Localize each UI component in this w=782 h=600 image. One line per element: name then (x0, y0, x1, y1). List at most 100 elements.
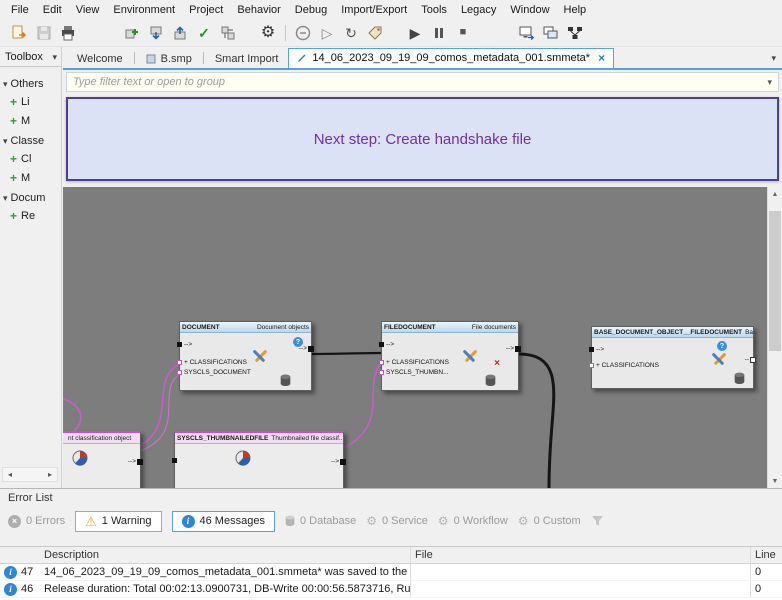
custom-filter-button[interactable]: ⚙ 0 Custom (518, 515, 581, 527)
scrollbar-track[interactable] (768, 201, 782, 474)
new-node-icon[interactable] (121, 22, 143, 44)
workflow-filter-button[interactable]: ⚙ 0 Workflow (438, 515, 508, 527)
next-step-note[interactable]: Next step: Create handshake file (66, 97, 779, 181)
tree-item[interactable]: +Li (0, 93, 61, 112)
refresh-icon[interactable]: ↻ (340, 22, 362, 44)
scroll-right-icon[interactable]: ▸ (43, 468, 57, 481)
validate-icon[interactable]: ✓ (193, 22, 215, 44)
scroll-up-icon[interactable]: ▲ (768, 187, 782, 201)
menu-behavior[interactable]: Behavior (230, 2, 287, 18)
node-graph-canvas[interactable]: DOCUMENT Document objects --> + CLASSIFI… (63, 187, 767, 488)
tree-item[interactable]: +M (0, 169, 61, 188)
menu-window[interactable]: Window (503, 2, 556, 18)
filter-label: 0 Custom (534, 515, 581, 527)
database-icon (485, 374, 496, 387)
grid-header-file[interactable]: File (410, 547, 750, 563)
run-icon[interactable]: ▶ (404, 22, 426, 44)
node-document[interactable]: DOCUMENT Document objects --> + CLASSIFI… (179, 321, 312, 391)
grid-header-num[interactable] (0, 547, 44, 563)
node-output-pin[interactable]: -- (745, 356, 756, 363)
node-input-pin[interactable]: SYSCLS_DOCUMENT (180, 369, 251, 376)
print-icon[interactable] (57, 22, 79, 44)
scroll-down-icon[interactable]: ▼ (768, 474, 782, 488)
scrollbar-thumb[interactable] (769, 211, 781, 351)
pause-icon[interactable] (428, 22, 450, 44)
menu-help[interactable]: Help (557, 2, 594, 18)
chevron-down-icon[interactable]: ▾ (767, 77, 772, 88)
caret-down-icon: ▾ (3, 80, 8, 89)
table-row[interactable]: i 47 14_06_2023_09_19_09_comos_metadata_… (0, 564, 782, 581)
tag-icon[interactable] (364, 22, 386, 44)
stop-icon[interactable]: ■ (452, 22, 474, 44)
canvas-vscrollbar[interactable]: ▲ ▼ (767, 187, 782, 488)
open-model-icon[interactable] (9, 22, 31, 44)
errors-filter-button[interactable]: × 0 Errors (8, 515, 65, 528)
node-input-pin[interactable]: + CLASSIFICATIONS (180, 359, 247, 366)
node-output-pin[interactable]: --> (299, 345, 314, 352)
tab-overflow-icon[interactable]: ▾ (771, 53, 776, 64)
menu-project[interactable]: Project (182, 2, 230, 18)
menu-environment[interactable]: Environment (106, 2, 182, 18)
save-icon[interactable] (33, 22, 55, 44)
filter-input[interactable] (73, 76, 763, 88)
close-tab-icon[interactable]: × (598, 52, 605, 64)
tab-label: 14_06_2023_09_19_09_comos_metadata_001.s… (312, 52, 590, 64)
transfer-icon[interactable] (217, 22, 239, 44)
node-output-pin[interactable]: --> (506, 345, 521, 352)
menu-file[interactable]: File (4, 2, 36, 18)
warnings-filter-button[interactable]: ⚠ 1 Warning (75, 511, 161, 532)
tab-smart-import[interactable]: Smart Import (205, 49, 289, 68)
settings-gear-icon[interactable]: ⚙ (257, 22, 279, 44)
menu-view[interactable]: View (69, 2, 107, 18)
import-nodes-icon[interactable] (145, 22, 167, 44)
menu-legacy[interactable]: Legacy (454, 2, 503, 18)
tree-group-classes[interactable]: ▾Classe (0, 131, 61, 150)
hierarchy-icon[interactable] (564, 22, 586, 44)
tree-item[interactable]: +Re (0, 207, 61, 226)
grid-header-description[interactable]: Description (44, 547, 410, 563)
node-output-pin[interactable]: --> (128, 458, 143, 465)
grid-header-line[interactable]: Line (750, 547, 782, 563)
scroll-left-icon[interactable]: ◂ (3, 468, 17, 481)
node-input-pin[interactable]: --> (180, 341, 192, 348)
node-input-pin[interactable]: SYSCLS_THUMBN... (382, 369, 449, 376)
node-filedocument[interactable]: FILEDOCUMENT File documents --> + CLASSI… (381, 321, 519, 391)
screens-icon[interactable] (540, 22, 562, 44)
remove-icon[interactable] (292, 22, 314, 44)
menu-import-export[interactable]: Import/Export (334, 2, 414, 18)
database-filter-button[interactable]: 0 Database (285, 515, 356, 527)
node-input-pin[interactable]: --> (382, 341, 394, 348)
filter-settings-button[interactable] (591, 515, 604, 527)
node-input-pin[interactable]: --> (592, 346, 604, 353)
toolbox-hscrollbar[interactable]: ◂ ▸ (2, 467, 58, 482)
tree-group-documents[interactable]: ▾Docum (0, 188, 61, 207)
tree-item[interactable]: +Cl (0, 150, 61, 169)
messages-filter-button[interactable]: i 46 Messages (172, 511, 275, 532)
tree-item[interactable]: +M (0, 112, 61, 131)
service-filter-button[interactable]: ⚙ 0 Service (366, 515, 428, 527)
filter-combobox[interactable]: ▾ (66, 72, 779, 92)
start-icon[interactable]: ▷ (316, 22, 338, 44)
tree-group-others[interactable]: ▾Others (0, 74, 61, 93)
node-input-pin[interactable]: + CLASSIFICATIONS (592, 362, 659, 369)
toolbar-separator (285, 25, 286, 41)
row-line: 0 (750, 564, 782, 580)
node-output-pin[interactable]: --> (331, 458, 346, 465)
toolbox-dropdown-icon[interactable]: ▾ (52, 53, 57, 62)
tab-label: Smart Import (215, 53, 279, 65)
node-base-document-object[interactable]: BASE_DOCUMENT_OBJECT__FILEDOCUMENT Base.… (591, 326, 754, 389)
node-input-pin[interactable] (175, 458, 177, 463)
export-nodes-icon[interactable] (169, 22, 191, 44)
node-syscls-thumbnailedfile[interactable]: SYSCLS_THUMBNAILEDFILE Thumbnailed file … (174, 431, 344, 488)
menu-edit[interactable]: Edit (36, 2, 69, 18)
node-classification-partial[interactable]: nt classification object --> (63, 431, 141, 488)
menu-tools[interactable]: Tools (414, 2, 454, 18)
screen-export-icon[interactable] (516, 22, 538, 44)
node-input-pin[interactable]: + CLASSIFICATIONS (382, 359, 449, 366)
tab-bsmp[interactable]: B.smp (136, 49, 202, 68)
tab-metadata-document[interactable]: 14_06_2023_09_19_09_comos_metadata_001.s… (288, 48, 614, 68)
tree-item-label: M (21, 172, 30, 184)
menu-debug[interactable]: Debug (288, 2, 334, 18)
tab-welcome[interactable]: Welcome (67, 49, 133, 68)
table-row[interactable]: i 46 Release duration: Total 00:02:13.09… (0, 581, 782, 598)
